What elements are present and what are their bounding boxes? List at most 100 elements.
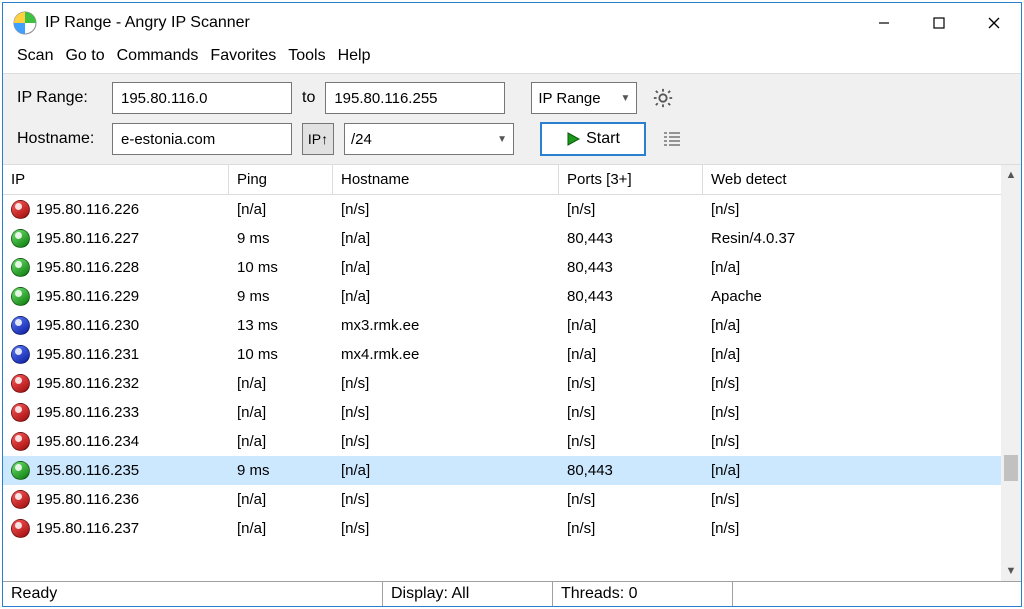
status-icon	[11, 316, 30, 335]
table-header: IP Ping Hostname Ports [3+] Web detect	[3, 165, 1001, 195]
ip-start-input[interactable]	[112, 82, 292, 114]
status-icon	[11, 519, 30, 538]
table-row[interactable]: 195.80.116.23110 msmx4.rmk.ee[n/a][n/a]	[3, 340, 1001, 369]
status-icon	[11, 432, 30, 451]
table-row[interactable]: 195.80.116.2299 ms[n/a]80,443Apache	[3, 282, 1001, 311]
cell-ip: 195.80.116.237	[36, 520, 139, 537]
cell-ping: [n/a]	[229, 375, 333, 392]
table-row[interactable]: 195.80.116.226[n/a][n/s][n/s][n/s]	[3, 195, 1001, 224]
table-row[interactable]: 195.80.116.233[n/a][n/s][n/s][n/s]	[3, 398, 1001, 427]
cell-ping: [n/a]	[229, 491, 333, 508]
status-display: Display: All	[383, 582, 553, 606]
cell-ports: 80,443	[559, 230, 703, 247]
window-title: IP Range - Angry IP Scanner	[45, 14, 856, 32]
cell-ip: 195.80.116.229	[36, 288, 139, 305]
cell-hostname: mx4.rmk.ee	[333, 346, 559, 363]
cell-hostname: [n/s]	[333, 433, 559, 450]
status-icon	[11, 374, 30, 393]
cell-ip: 195.80.116.234	[36, 433, 139, 450]
netmask-select[interactable]: /24 ▼	[344, 123, 514, 155]
menu-tools[interactable]: Tools	[284, 47, 329, 65]
status-extra	[733, 582, 1021, 606]
cell-ports: [n/s]	[559, 433, 703, 450]
cell-web: [n/s]	[703, 404, 933, 421]
cell-web: [n/a]	[703, 462, 933, 479]
close-button[interactable]	[966, 3, 1021, 43]
statusbar: Ready Display: All Threads: 0	[3, 581, 1021, 606]
cell-web: [n/s]	[703, 375, 933, 392]
cell-ports: [n/s]	[559, 520, 703, 537]
table-row[interactable]: 195.80.116.2359 ms[n/a]80,443[n/a]	[3, 456, 1001, 485]
status-threads: Threads: 0	[553, 582, 733, 606]
start-button-label: Start	[586, 130, 620, 148]
scroll-thumb[interactable]	[1004, 455, 1018, 481]
preferences-button[interactable]	[647, 82, 679, 114]
cell-ports: [n/a]	[559, 346, 703, 363]
menu-scan[interactable]: Scan	[13, 47, 57, 65]
cell-ping: 9 ms	[229, 462, 333, 479]
cell-ping: [n/a]	[229, 433, 333, 450]
cell-ports: [n/s]	[559, 201, 703, 218]
cell-hostname: [n/s]	[333, 520, 559, 537]
cell-hostname: [n/a]	[333, 259, 559, 276]
hostname-input[interactable]	[112, 123, 292, 155]
cell-ip: 195.80.116.232	[36, 375, 139, 392]
status-icon	[11, 287, 30, 306]
column-header-web[interactable]: Web detect	[703, 165, 933, 194]
cell-ping: [n/a]	[229, 520, 333, 537]
ip-up-button[interactable]: IP↑	[302, 123, 334, 155]
fetchers-button[interactable]	[656, 123, 688, 155]
cell-web: [n/a]	[703, 259, 933, 276]
column-header-hostname[interactable]: Hostname	[333, 165, 559, 194]
cell-ip: 195.80.116.226	[36, 201, 139, 218]
app-window: IP Range - Angry IP Scanner Scan Go to C…	[2, 2, 1022, 607]
status-state: Ready	[3, 582, 383, 606]
hostname-label: Hostname:	[17, 130, 102, 148]
column-header-ip[interactable]: IP	[3, 165, 229, 194]
column-header-ports[interactable]: Ports [3+]	[559, 165, 703, 194]
cell-ports: 80,443	[559, 462, 703, 479]
feeder-select[interactable]: IP Range ▼	[531, 82, 637, 114]
scroll-up-arrow[interactable]: ▲	[1001, 165, 1021, 185]
cell-ports: 80,443	[559, 259, 703, 276]
maximize-button[interactable]	[911, 3, 966, 43]
table-body: 195.80.116.226[n/a][n/s][n/s][n/s]195.80…	[3, 195, 1001, 581]
cell-ping: 9 ms	[229, 288, 333, 305]
table-row[interactable]: 195.80.116.236[n/a][n/s][n/s][n/s]	[3, 485, 1001, 514]
cell-ip: 195.80.116.233	[36, 404, 139, 421]
cell-web: [n/a]	[703, 317, 933, 334]
chevron-down-icon: ▼	[497, 134, 507, 145]
cell-ping: 13 ms	[229, 317, 333, 334]
cell-ip: 195.80.116.228	[36, 259, 139, 276]
table-row[interactable]: 195.80.116.234[n/a][n/s][n/s][n/s]	[3, 427, 1001, 456]
cell-ports: [n/s]	[559, 375, 703, 392]
ip-end-input[interactable]	[325, 82, 505, 114]
cell-hostname: [n/a]	[333, 288, 559, 305]
status-icon	[11, 403, 30, 422]
to-label: to	[302, 89, 315, 107]
cell-hostname: [n/s]	[333, 375, 559, 392]
table-row[interactable]: 195.80.116.237[n/a][n/s][n/s][n/s]	[3, 514, 1001, 543]
vertical-scrollbar[interactable]: ▲ ▼	[1001, 165, 1021, 581]
start-button[interactable]: Start	[540, 122, 646, 156]
cell-ports: [n/s]	[559, 404, 703, 421]
minimize-button[interactable]	[856, 3, 911, 43]
menu-favorites[interactable]: Favorites	[206, 47, 280, 65]
status-icon	[11, 200, 30, 219]
menu-goto[interactable]: Go to	[61, 47, 108, 65]
table-row[interactable]: 195.80.116.2279 ms[n/a]80,443Resin/4.0.3…	[3, 224, 1001, 253]
table-row[interactable]: 195.80.116.22810 ms[n/a]80,443[n/a]	[3, 253, 1001, 282]
table-row[interactable]: 195.80.116.232[n/a][n/s][n/s][n/s]	[3, 369, 1001, 398]
cell-hostname: mx3.rmk.ee	[333, 317, 559, 334]
cell-web: [n/a]	[703, 346, 933, 363]
menu-help[interactable]: Help	[334, 47, 375, 65]
cell-hostname: [n/a]	[333, 462, 559, 479]
netmask-value: /24	[351, 131, 372, 148]
table-row[interactable]: 195.80.116.23013 msmx3.rmk.ee[n/a][n/a]	[3, 311, 1001, 340]
scroll-down-arrow[interactable]: ▼	[1001, 561, 1021, 581]
cell-ip: 195.80.116.231	[36, 346, 139, 363]
status-icon	[11, 258, 30, 277]
column-header-ping[interactable]: Ping	[229, 165, 333, 194]
menu-commands[interactable]: Commands	[113, 47, 203, 65]
cell-ping: [n/a]	[229, 404, 333, 421]
